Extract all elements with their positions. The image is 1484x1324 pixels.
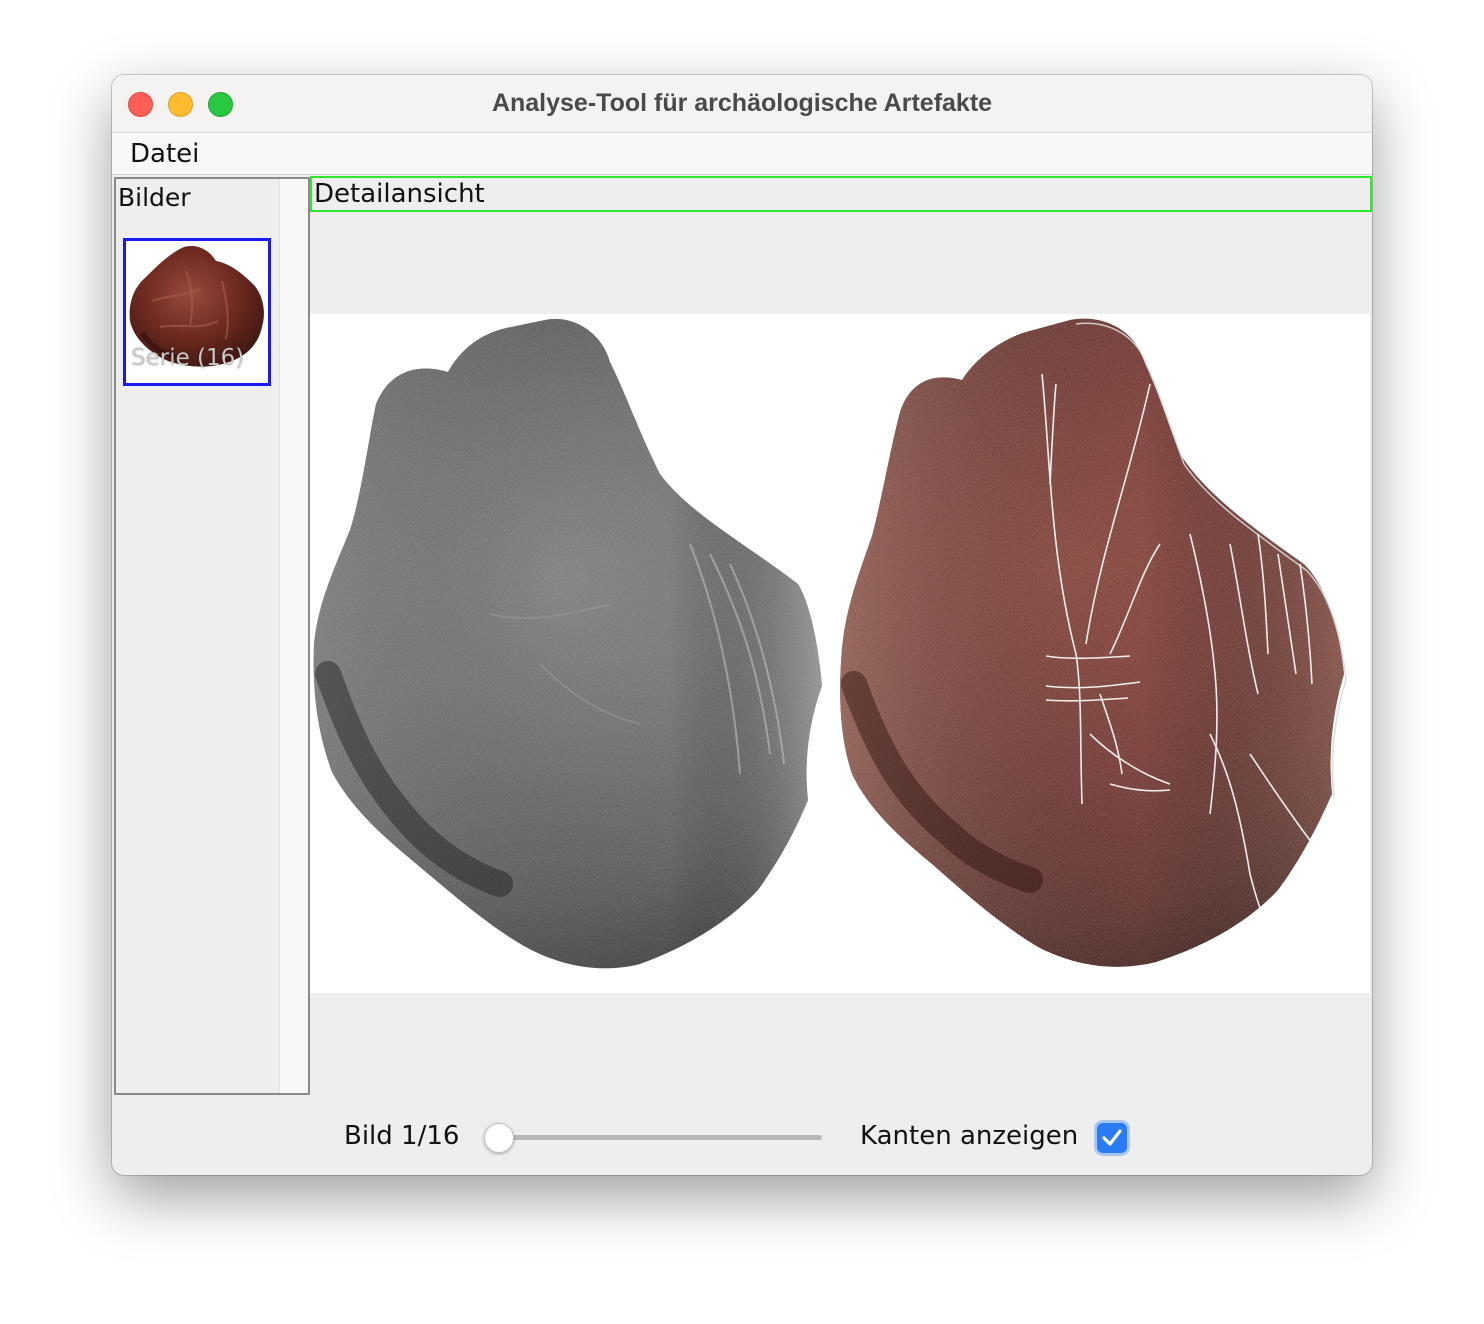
- image-series-thumbnail[interactable]: Serie (16): [123, 238, 271, 386]
- show-edges-label: Kanten anzeigen: [860, 1121, 1079, 1151]
- title-bar[interactable]: Analyse-Tool für archäologische Artefakt…: [112, 75, 1372, 133]
- thumbnail-label: Serie (16): [131, 345, 245, 371]
- image-slider[interactable]: [484, 1121, 824, 1155]
- detail-view-header: Detailansicht: [310, 176, 1372, 212]
- app-window: Analyse-Tool für archäologische Artefakt…: [112, 75, 1372, 1175]
- grayscale-artifact: [313, 318, 822, 969]
- window-title: Analyse-Tool für archäologische Artefakt…: [491, 89, 993, 117]
- bottom-control-bar: Bild 1/16 Kanten anzeigen: [112, 1105, 1372, 1175]
- artifact-comparison-image: [313, 313, 1362, 982]
- slider-thumb[interactable]: [484, 1123, 514, 1153]
- image-list-panel: Bilder Serie (16): [114, 177, 310, 1095]
- slider-track[interactable]: [496, 1135, 822, 1140]
- sidebar-scrollbar[interactable]: [279, 179, 308, 1093]
- checkmark-icon: [1102, 1129, 1122, 1146]
- menu-bar: Datei: [112, 133, 1372, 175]
- detail-view-title: Detailansicht: [314, 179, 485, 209]
- color-artifact-with-edges: [831, 313, 1362, 982]
- detail-image-viewer[interactable]: [310, 313, 1370, 993]
- image-index-label: Bild 1/16: [344, 1121, 460, 1151]
- sidebar-title: Bilder: [118, 183, 191, 212]
- menu-datei[interactable]: Datei: [130, 139, 199, 169]
- show-edges-checkbox[interactable]: [1097, 1123, 1127, 1153]
